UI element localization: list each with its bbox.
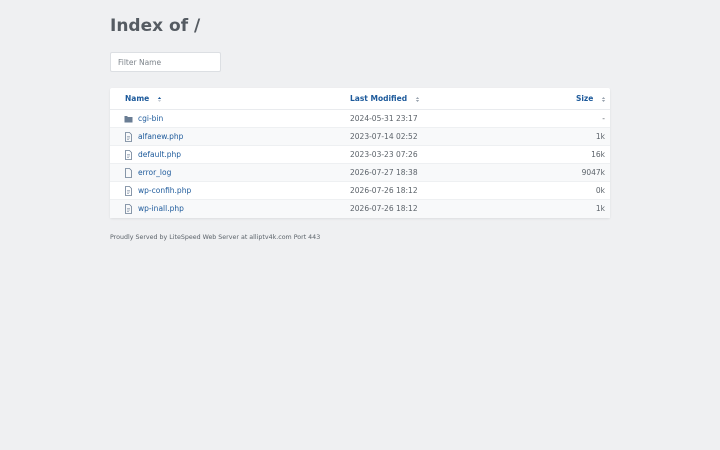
table-header: Name Last Modified Size	[110, 88, 610, 110]
sort-by-size-header[interactable]: Size	[576, 88, 606, 110]
table-row[interactable]: cgi-bin 2024-05-31 23:17 -	[110, 110, 610, 128]
file-size: 16k	[591, 150, 605, 159]
file-table: Name Last Modified Size cgi-bin 2024-05-…	[110, 88, 610, 218]
file-link[interactable]: default.php	[138, 146, 181, 164]
table-row[interactable]: error_log 2026-07-27 18:38 9047k	[110, 164, 610, 182]
file-size: 9047k	[581, 168, 605, 177]
file-modified: 2026-07-26 18:12	[350, 186, 418, 195]
file-modified: 2024-05-31 23:17	[350, 114, 418, 123]
file-size: 0k	[595, 186, 605, 195]
file-size: 1k	[595, 132, 605, 141]
file-modified: 2026-07-27 18:38	[350, 168, 418, 177]
file-link[interactable]: alfanew.php	[138, 128, 183, 146]
modified-header-label: Last Modified	[350, 94, 408, 103]
filter-name-input[interactable]	[110, 52, 221, 72]
table-row[interactable]: wp-confih.php 2026-07-26 18:12 0k	[110, 182, 610, 200]
table-row[interactable]: wp-inall.php 2026-07-26 18:12 1k	[110, 200, 610, 218]
file-link[interactable]: cgi-bin	[138, 110, 163, 128]
server-footer: Proudly Served by LiteSpeed Web Server a…	[110, 234, 321, 241]
file-modified: 2026-07-26 18:12	[350, 204, 418, 213]
folder-icon	[124, 116, 133, 123]
file-modified: 2023-03-23 07:26	[350, 150, 418, 159]
file-size: -	[602, 114, 605, 123]
table-row[interactable]: alfanew.php 2023-07-14 02:52 1k	[110, 128, 610, 146]
file-text-icon	[125, 204, 132, 214]
sort-icon	[415, 96, 419, 102]
sort-by-name-header[interactable]: Name	[125, 88, 162, 110]
file-link[interactable]: error_log	[138, 164, 171, 182]
table-row[interactable]: default.php 2023-03-23 07:26 16k	[110, 146, 610, 164]
sort-icon	[601, 96, 606, 102]
file-size: 1k	[595, 204, 605, 213]
file-text-icon	[125, 132, 132, 142]
page-title: Index of /	[110, 16, 201, 36]
file-text-icon	[125, 186, 132, 196]
file-modified: 2023-07-14 02:52	[350, 132, 418, 141]
file-text-icon	[125, 150, 132, 160]
sort-by-modified-header[interactable]: Last Modified	[350, 88, 420, 110]
size-header-label: Size	[575, 94, 594, 103]
sort-ascending-icon	[157, 96, 162, 102]
file-link[interactable]: wp-inall.php	[138, 200, 184, 218]
name-header-label: Name	[125, 94, 150, 103]
file-icon	[125, 168, 132, 178]
file-link[interactable]: wp-confih.php	[138, 182, 191, 200]
